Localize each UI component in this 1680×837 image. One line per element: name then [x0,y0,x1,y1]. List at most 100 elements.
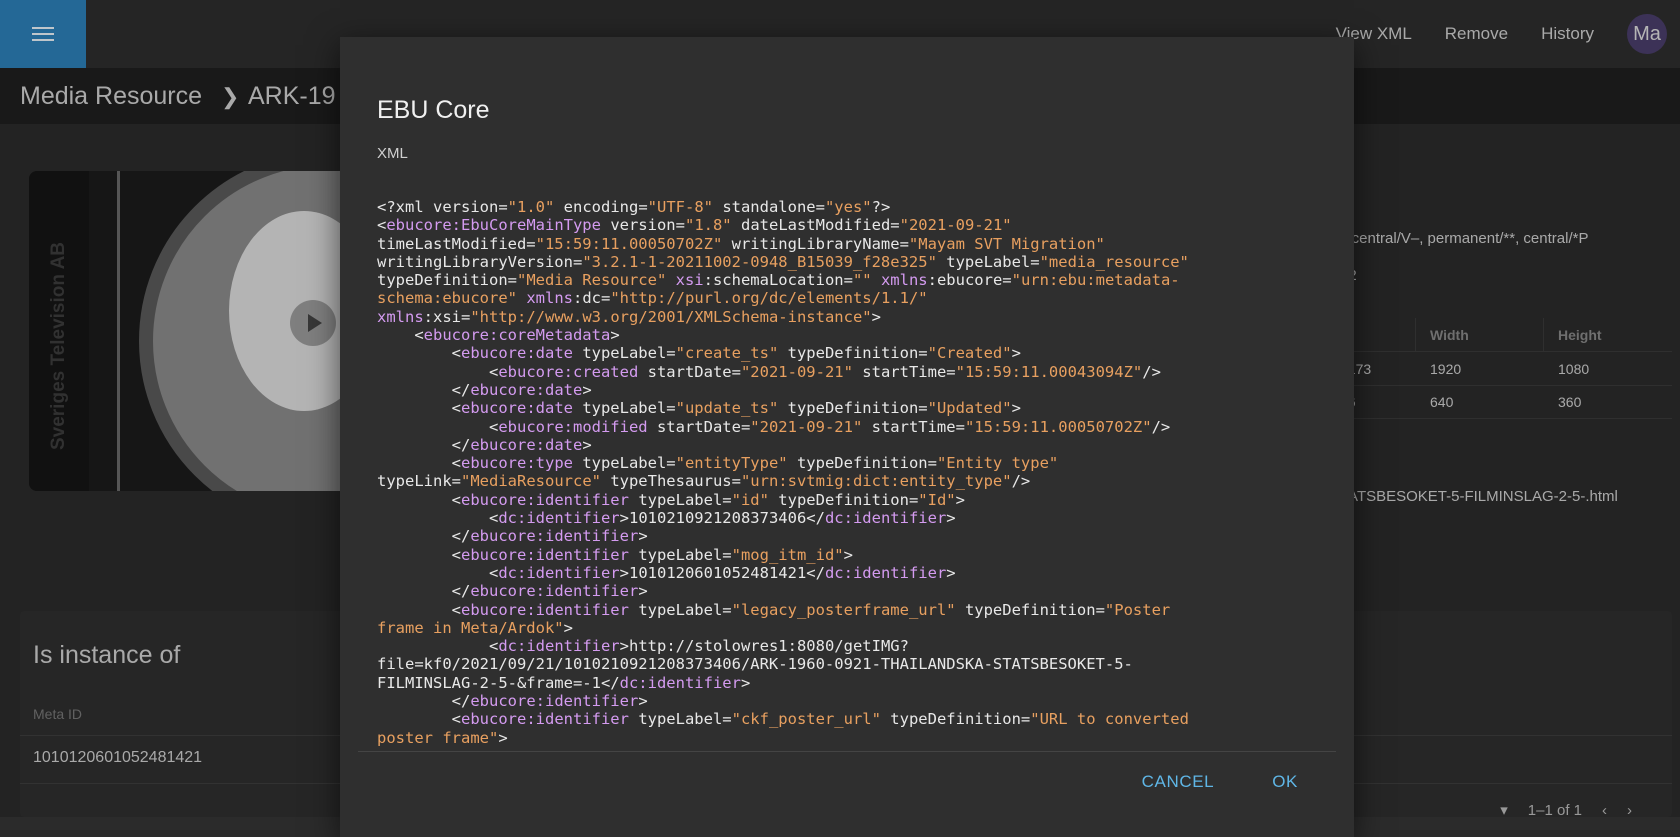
xml-text: > [498,728,508,747]
xml-tag-name: xmlns [880,271,928,290]
xml-attr-value: "3.2.1-1-20211002-0948_B15039_f28e325" [582,252,937,271]
xml-tag-name: xmlns [377,307,424,326]
xml-text: :schemaLocation= [703,271,853,290]
xml-text: version= [600,216,685,235]
xml-attr-value: "mog_itm_id" [731,545,844,564]
xml-line: <ebucore:created startDate="2021-09-21" … [377,363,1327,381]
xml-attr-value: "update_ts" [675,399,779,418]
xml-text: >1010210921208373406</ [619,509,825,528]
xml-text: /> [1011,472,1031,491]
xml-text: < [377,454,461,473]
xml-text [517,289,526,307]
xml-attr-value: "15:59:11.00050702Z" [964,417,1152,436]
xml-tag-name: dc:identifier [498,509,620,528]
xml-attr-value: "urn:ebu:metadata- [1011,271,1180,290]
xml-text: writingLibraryName= [722,234,909,253]
xml-text: typeLabel= [572,399,676,418]
ok-button[interactable]: OK [1272,772,1298,792]
xml-line: <dc:identifier>http://stolowres1:8080/ge… [377,637,1327,655]
xml-text: > [582,380,592,399]
xml-tag-name: ebucore:type [461,454,573,473]
xml-line: <ebucore:type typeLabel="entityType" typ… [377,454,1327,472]
xml-text [872,271,881,289]
xml-attr-value: "MediaResource" [461,472,601,491]
xml-text: typeLabel= [936,252,1040,271]
xml-attr-value: "15:59:11.00050702Z" [535,234,723,253]
xml-text: >http://stolowres1:8080/getIMG? [619,637,909,656]
xml-attr-value: schema:ebucore" [377,289,517,308]
xml-text: > [1011,344,1021,363]
xml-attr-value: "2021-09-21" [750,417,863,436]
xml-attr-value: "1.8" [684,216,732,235]
xml-text: < [377,417,499,436]
xml-text: < [377,710,461,729]
xml-text: :xsi= [423,307,471,326]
xml-line: <ebucore:modified startDate="2021-09-21"… [377,418,1327,436]
xml-tag-name: ebucore:modified [498,417,648,436]
xml-attr-value: "yes" [824,198,872,216]
xml-text: > [638,582,648,601]
xml-attr-value: "ckf_poster_url" [731,710,881,729]
xml-text: < [377,490,461,509]
xml-text: </ [377,692,471,711]
xml-text: > [946,509,956,528]
xml-text: startDate= [647,417,751,436]
xml-text: typeDefinition= [778,344,928,363]
xml-line: <ebucore:identifier typeLabel="ckf_poste… [377,710,1327,728]
xml-tag-name: ebucore:identifier [461,600,629,619]
xml-text: typeLabel= [628,545,732,564]
xml-tag-name: ebucore:date [461,399,573,418]
xml-text: < [377,563,499,582]
xml-tag-name: ebucore:date [470,435,583,454]
xml-text: typeLink= [377,472,461,491]
xml-tag-name: ebucore:identifier [470,582,639,601]
xml-text: startDate= [638,362,741,381]
xml-attr-value: "create_ts" [675,344,779,363]
xml-text: encoding= [554,198,648,216]
xml-tag-name: xsi [675,271,704,290]
xml-tag-name: dc:identifier [498,563,620,582]
xml-text: typeDefinition= [778,399,928,418]
xml-tag-name: ebucore:identifier [461,710,629,729]
xml-line: schema:ebucore" xmlns:dc="http://purl.or… [377,289,1327,307]
xml-text: < [377,399,461,418]
xml-attr-value: "UTF-8" [647,198,713,216]
xml-attr-value: poster frame" [377,728,499,747]
xml-line: xmlns:xsi="http://www.w3.org/2001/XMLSch… [377,308,1327,326]
xml-line: </ebucore:date> [377,381,1327,399]
xml-tag-name: dc:identifier [824,509,947,528]
xml-line: </ebucore:date> [377,436,1327,454]
xml-tag-name: ebucore:coreMetadata [423,326,611,345]
xml-text: < [377,344,461,363]
xml-attr-value: "Updated" [927,399,1012,418]
xml-dialog: EBU Core XML <?xml version="1.0" encodin… [340,37,1354,837]
xml-attr-value: "15:59:11.00043094Z" [955,362,1143,381]
xml-attr-value: "1.0" [507,198,555,216]
xml-line: <ebucore:EbuCoreMainType version="1.8" d… [377,216,1327,234]
xml-line: </ebucore:identifier> [377,582,1327,600]
xml-attr-value: "2021-09-21" [899,216,1012,235]
xml-attr-value: frame in Meta/Ardok" [377,618,564,637]
xml-line: <ebucore:date typeLabel="update_ts" type… [377,399,1327,417]
xml-attr-value: "id" [731,490,769,509]
xml-text: dateLastModified= [731,216,900,235]
xml-text: typeLabel= [628,600,732,619]
xml-text: </ [377,582,471,601]
xml-line: <ebucore:identifier typeLabel="mog_itm_i… [377,546,1327,564]
xml-attr-value: "Entity type" [936,454,1059,473]
xml-text: typeDefinition= [787,454,937,473]
xml-tag-name: ebucore:identifier [470,692,639,711]
xml-attr-value: "legacy_posterframe_url" [731,600,956,619]
xml-line: file=kf0/2021/09/21/1010210921208373406/… [377,655,1327,673]
xml-tag-name: ebucore:date [470,380,583,399]
xml-text: < [377,637,499,656]
xml-line: <dc:identifier>1010120601052481421</dc:i… [377,564,1327,582]
xml-line: typeDefinition="Media Resource" xsi:sche… [377,271,1327,289]
xml-text: writingLibraryVersion= [377,252,583,271]
xml-text: > [946,563,956,582]
cancel-button[interactable]: CANCEL [1142,772,1215,792]
xml-text: > [871,307,881,326]
xml-line: poster frame"> [377,729,1327,747]
xml-text: </ [377,527,471,546]
xml-text: > [582,435,592,454]
